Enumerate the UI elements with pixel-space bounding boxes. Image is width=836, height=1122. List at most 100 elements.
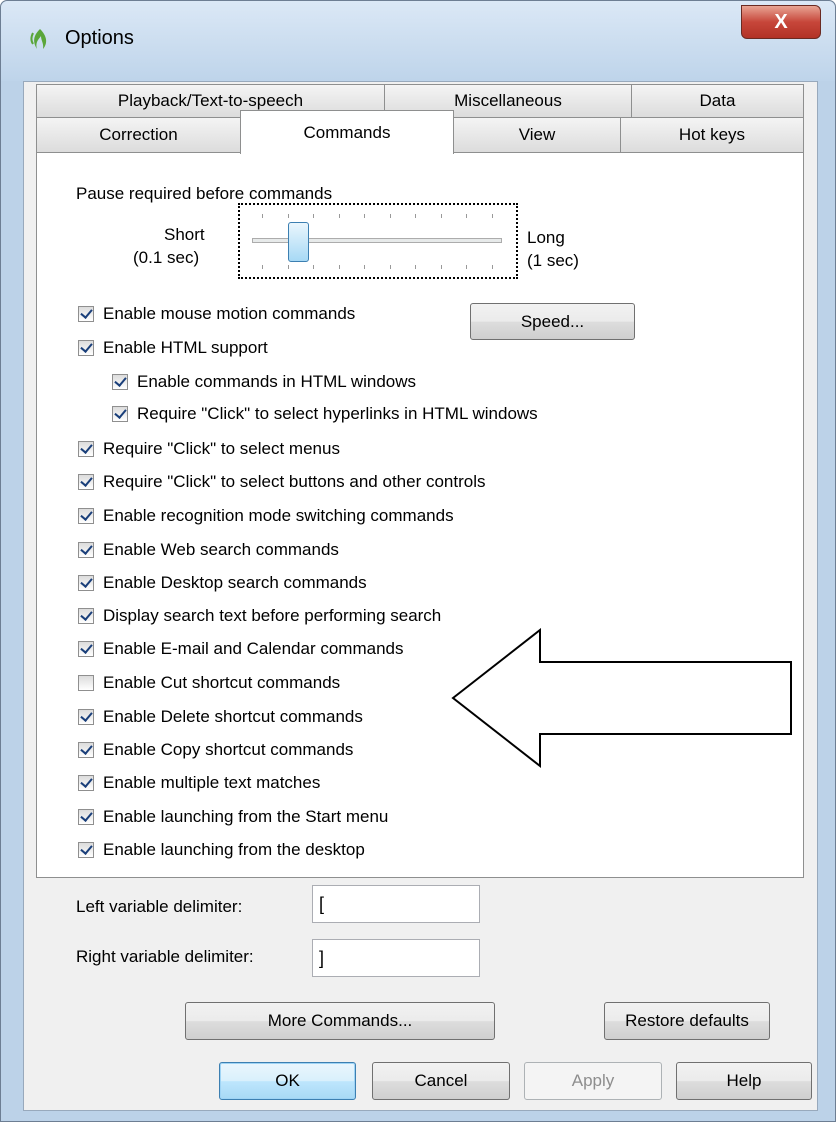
help-label: Help: [726, 1071, 762, 1090]
checkbox-label: Enable launching from the desktop: [103, 840, 365, 859]
checkbox-row[interactable]: Enable recognition mode switching comman…: [78, 503, 454, 529]
checkbox-label: Enable Web search commands: [103, 540, 339, 559]
checkbox-row[interactable]: Enable launching from the desktop: [78, 837, 365, 863]
checkbox-checked[interactable]: [78, 441, 94, 457]
tab-label: Commands: [303, 122, 391, 142]
checkbox-label: Enable mouse motion commands: [103, 304, 356, 323]
left-arrow-outline-icon: [451, 628, 792, 769]
title-bar[interactable]: Options X: [1, 1, 835, 81]
slider-min-label: Short: [164, 225, 205, 244]
checkbox-checked[interactable]: [78, 742, 94, 758]
right-delimiter-value: ]: [319, 947, 325, 968]
checkbox-checked[interactable]: [78, 608, 94, 624]
tab-label: Miscellaneous: [454, 91, 562, 110]
slider-tick: [262, 214, 263, 218]
left-delimiter-input[interactable]: [: [312, 885, 480, 923]
checkbox-checked[interactable]: [78, 474, 94, 490]
checkbox-label: Enable multiple text matches: [103, 773, 321, 792]
slider-tick: [288, 265, 289, 269]
speed-button[interactable]: Speed...: [470, 303, 635, 340]
right-delimiter-label: Right variable delimiter:: [76, 947, 254, 966]
slider-tick: [364, 214, 365, 218]
cancel-button[interactable]: Cancel: [372, 1062, 510, 1100]
slider-tick: [313, 214, 314, 218]
checkbox-checked[interactable]: [78, 775, 94, 791]
help-button[interactable]: Help: [676, 1062, 812, 1100]
checkbox-row[interactable]: Require "Click" to select buttons and ot…: [78, 469, 485, 495]
slider-max-sublabel: (1 sec): [527, 251, 579, 270]
pause-slider-thumb[interactable]: [288, 222, 309, 262]
tab-view[interactable]: View: [453, 117, 621, 153]
close-icon: X: [774, 10, 788, 33]
pause-label: Pause required before commands: [76, 184, 333, 203]
apply-button[interactable]: Apply: [524, 1062, 662, 1100]
slider-tick: [492, 265, 493, 269]
checkbox-label: Require "Click" to select menus: [103, 439, 340, 458]
checkbox-row[interactable]: Enable launching from the Start menu: [78, 804, 388, 830]
window-title: Options: [65, 27, 134, 49]
close-button[interactable]: X: [741, 5, 821, 39]
slider-tick: [466, 265, 467, 269]
checkbox-row[interactable]: Require "Click" to select hyperlinks in …: [112, 401, 538, 427]
apply-label: Apply: [571, 1071, 615, 1090]
checkbox-checked[interactable]: [78, 641, 94, 657]
cancel-label: Cancel: [414, 1071, 468, 1090]
slider-tick: [492, 214, 493, 218]
checkbox-label: Display search text before performing se…: [103, 606, 442, 625]
checkbox-row[interactable]: Enable mouse motion commands: [78, 301, 355, 327]
ok-label: OK: [275, 1071, 300, 1090]
tab-correction[interactable]: Correction: [36, 117, 241, 153]
checkbox-row[interactable]: Display search text before performing se…: [78, 603, 441, 629]
checkbox-checked[interactable]: [112, 374, 128, 390]
checkbox-row[interactable]: Enable Desktop search commands: [78, 570, 367, 596]
checkbox-checked[interactable]: [78, 575, 94, 591]
right-delimiter-input[interactable]: ]: [312, 939, 480, 977]
checkbox-row[interactable]: Require "Click" to select menus: [78, 436, 340, 462]
checkbox-row[interactable]: Enable Web search commands: [78, 537, 339, 563]
slider-tick: [313, 265, 314, 269]
checkbox-checked[interactable]: [112, 406, 128, 422]
slider-min-sublabel: (0.1 sec): [133, 248, 200, 267]
checkbox-row[interactable]: Enable E-mail and Calendar commands: [78, 636, 404, 662]
checkbox-label: Enable E-mail and Calendar commands: [103, 639, 404, 658]
checkbox-label: Enable HTML support: [103, 338, 268, 357]
checkbox-checked[interactable]: [78, 542, 94, 558]
tab-commands[interactable]: Commands: [240, 110, 454, 154]
checkbox-label: Enable recognition mode switching comman…: [103, 506, 454, 525]
checkbox-label: Enable Cut shortcut commands: [103, 673, 341, 692]
left-delimiter-value: [: [319, 893, 325, 914]
tab-label: Playback/Text-to-speech: [117, 91, 304, 110]
slider-tick: [288, 214, 289, 218]
ok-button[interactable]: OK: [219, 1062, 356, 1100]
checkbox-row[interactable]: Enable commands in HTML windows: [112, 369, 416, 395]
checkbox-label: Enable Delete shortcut commands: [103, 707, 363, 726]
slider-tick: [262, 265, 263, 269]
checkbox-checked[interactable]: [78, 508, 94, 524]
more-commands-label: More Commands...: [267, 1011, 413, 1030]
checkbox-checked[interactable]: [78, 809, 94, 825]
slider-tick: [441, 265, 442, 269]
checkbox-row[interactable]: Enable multiple text matches: [78, 770, 320, 796]
slider-tick: [466, 214, 467, 218]
checkbox-row[interactable]: Enable HTML support: [78, 335, 268, 361]
checkbox-label: Require "Click" to select hyperlinks in …: [137, 404, 538, 423]
tab-label: Data: [699, 91, 736, 110]
dragon-flame-icon: [30, 29, 47, 49]
tab-data[interactable]: Data: [631, 84, 804, 118]
more-commands-button[interactable]: More Commands...: [185, 1002, 495, 1040]
tab-hot-keys[interactable]: Hot keys: [620, 117, 804, 153]
checkbox-checked[interactable]: [78, 306, 94, 322]
checkbox-row[interactable]: Enable Delete shortcut commands: [78, 704, 363, 730]
checkbox-label: Enable launching from the Start menu: [103, 807, 389, 826]
slider-tick: [415, 265, 416, 269]
checkbox-checked[interactable]: [78, 340, 94, 356]
slider-tick: [339, 265, 340, 269]
left-delimiter-label: Left variable delimiter:: [76, 897, 243, 916]
tab-label: Correction: [99, 125, 178, 144]
checkbox-checked[interactable]: [78, 709, 94, 725]
checkbox-unchecked[interactable]: [78, 675, 94, 691]
checkbox-row[interactable]: Enable Cut shortcut commands: [78, 670, 340, 696]
checkbox-checked[interactable]: [78, 842, 94, 858]
checkbox-row[interactable]: Enable Copy shortcut commands: [78, 737, 353, 763]
restore-defaults-button[interactable]: Restore defaults: [604, 1002, 770, 1040]
